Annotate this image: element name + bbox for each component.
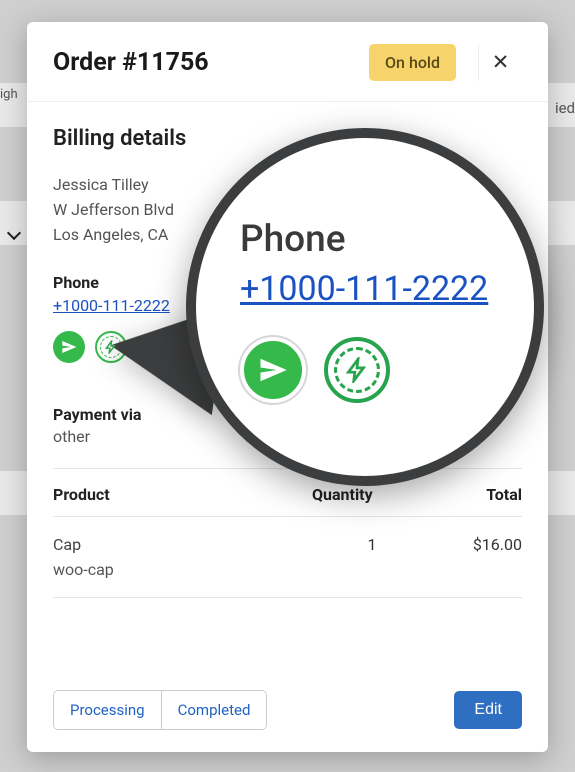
chevron-down-icon xyxy=(6,225,24,243)
status-segmented-control: Processing Completed xyxy=(53,690,267,730)
magnified-phone-label: Phone xyxy=(240,218,488,261)
magnifier-overlay: Phone +1000-111-2222 xyxy=(186,128,544,486)
bolt-icon xyxy=(344,357,370,383)
status-badge: On hold xyxy=(369,44,456,81)
processing-button[interactable]: Processing xyxy=(54,691,161,729)
modal-footer: Processing Completed Edit xyxy=(27,672,548,752)
magnified-send-button[interactable] xyxy=(240,337,306,403)
close-button[interactable]: ✕ xyxy=(478,44,522,81)
col-product: Product xyxy=(53,485,312,504)
col-quantity: Quantity xyxy=(312,485,432,504)
order-title: Order #11756 xyxy=(53,48,369,77)
magnified-phone-link[interactable]: +1000-111-2222 xyxy=(240,269,488,309)
cell-sku: woo-cap xyxy=(53,560,522,598)
background-text-right: ied xyxy=(555,99,575,117)
cell-total: $16.00 xyxy=(432,535,522,554)
cell-product: Cap xyxy=(53,535,312,554)
magnified-quick-action-button[interactable] xyxy=(324,337,390,403)
table-row: Cap 1 $16.00 xyxy=(53,517,522,560)
close-icon: ✕ xyxy=(492,50,510,75)
items-table-header: Product Quantity Total xyxy=(53,468,522,517)
background-text-left: igh xyxy=(0,87,18,102)
send-message-button[interactable] xyxy=(53,331,85,363)
bolt-icon xyxy=(104,340,118,354)
send-icon xyxy=(61,339,77,355)
edit-button[interactable]: Edit xyxy=(454,691,522,729)
completed-button[interactable]: Completed xyxy=(161,691,267,729)
send-icon xyxy=(258,355,288,385)
cell-quantity: 1 xyxy=(312,535,432,554)
col-total: Total xyxy=(432,485,522,504)
modal-header: Order #11756 On hold ✕ xyxy=(27,22,548,102)
